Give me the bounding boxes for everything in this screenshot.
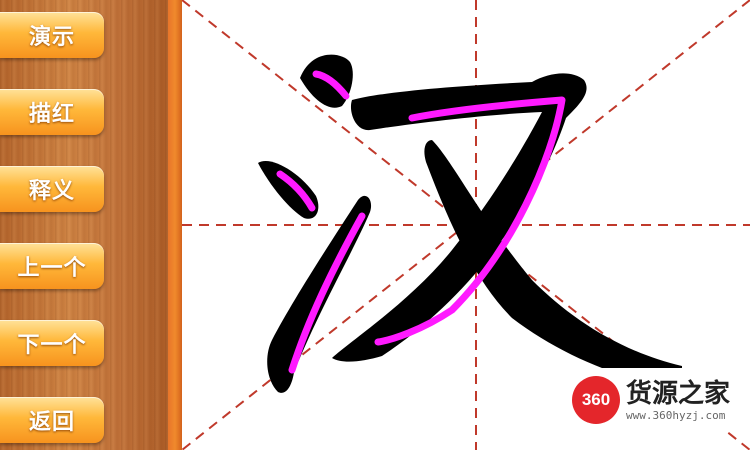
watermark-title: 货源之家 xyxy=(626,378,731,409)
sidebar xyxy=(0,0,170,450)
character-strokes xyxy=(258,54,682,393)
previous-button[interactable]: 上一个 xyxy=(0,243,104,289)
trace-strokes xyxy=(276,70,566,374)
back-button[interactable]: 返回 xyxy=(0,397,104,443)
definition-button[interactable]: 释义 xyxy=(0,166,104,212)
trace-button[interactable]: 描红 xyxy=(0,89,104,135)
next-button[interactable]: 下一个 xyxy=(0,320,104,366)
watermark: 360 货源之家 www.360hyzj.com xyxy=(568,368,750,432)
watermark-url: www.360hyzj.com xyxy=(626,408,726,422)
watermark-logo-icon: 360 xyxy=(572,376,620,424)
demo-button[interactable]: 演示 xyxy=(0,12,104,58)
sidebar-divider xyxy=(168,0,182,450)
